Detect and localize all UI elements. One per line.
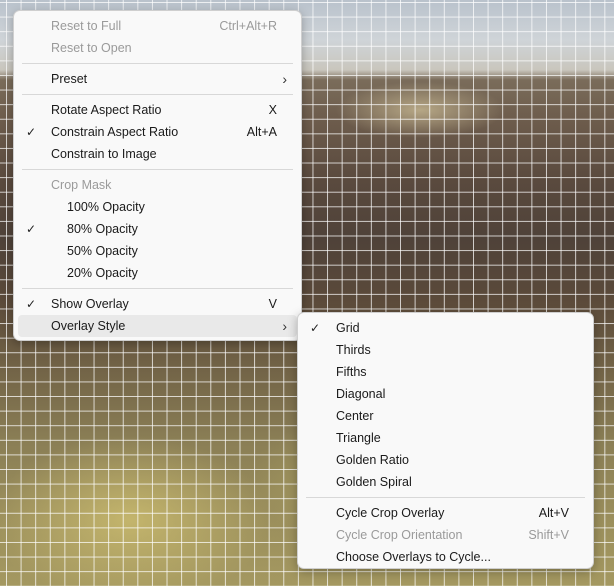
menu-item-reset-to-open: Reset to Open	[18, 37, 297, 59]
menu-item-label: Rotate Aspect Ratio	[51, 103, 162, 117]
menu-item-label: Show Overlay	[51, 297, 129, 311]
menu-item-reset-to-full: Reset to Full Ctrl+Alt+R	[18, 15, 297, 37]
menu-header-crop-mask: Crop Mask	[18, 174, 297, 196]
menu-separator	[22, 169, 293, 170]
menu-item-label: Cycle Crop Overlay	[336, 506, 445, 520]
menu-item-label: Overlay Style	[51, 319, 126, 333]
menu-item-label: 100% Opacity	[67, 200, 145, 214]
chevron-right-icon: ›	[282, 71, 287, 87]
menu-separator	[22, 94, 293, 95]
menu-item-label: Golden Ratio	[336, 453, 409, 467]
crop-context-menu: Reset to Full Ctrl+Alt+R Reset to Open P…	[13, 10, 302, 341]
menu-item-shortcut: Shift+V	[528, 528, 569, 542]
menu-item-label: Cycle Crop Orientation	[336, 528, 463, 542]
menu-separator	[306, 497, 585, 498]
checkmark-icon: ✓	[25, 297, 37, 311]
menu-item-label: Crop Mask	[51, 178, 112, 192]
menu-item-diagonal[interactable]: Diagonal	[302, 383, 589, 405]
menu-item-100-opacity[interactable]: 100% Opacity	[18, 196, 297, 218]
menu-item-shortcut: Ctrl+Alt+R	[219, 19, 277, 33]
menu-item-label: Preset	[51, 72, 88, 86]
menu-item-label: 20% Opacity	[67, 266, 138, 280]
menu-item-golden-ratio[interactable]: Golden Ratio	[302, 449, 589, 471]
menu-separator	[22, 288, 293, 289]
menu-item-golden-spiral[interactable]: Golden Spiral	[302, 471, 589, 493]
menu-item-label: Diagonal	[336, 387, 386, 401]
menu-item-rotate-aspect-ratio[interactable]: Rotate Aspect Ratio X	[18, 99, 297, 121]
menu-item-triangle[interactable]: Triangle	[302, 427, 589, 449]
overlay-style-submenu: ✓ Grid Thirds Fifths Diagonal Center Tri…	[297, 312, 594, 569]
menu-item-label: Choose Overlays to Cycle...	[336, 550, 491, 564]
menu-item-grid[interactable]: ✓ Grid	[302, 317, 589, 339]
menu-item-50-opacity[interactable]: 50% Opacity	[18, 240, 297, 262]
menu-separator	[22, 63, 293, 64]
menu-item-label: Golden Spiral	[336, 475, 412, 489]
menu-item-fifths[interactable]: Fifths	[302, 361, 589, 383]
menu-item-label: Triangle	[336, 431, 381, 445]
menu-item-label: Grid	[336, 321, 360, 335]
menu-item-overlay-style[interactable]: Overlay Style ›	[18, 315, 297, 337]
menu-item-cycle-crop-overlay[interactable]: Cycle Crop Overlay Alt+V	[302, 502, 589, 524]
menu-item-label: 50% Opacity	[67, 244, 138, 258]
menu-item-shortcut: Alt+A	[246, 125, 277, 139]
checkmark-icon: ✓	[25, 222, 37, 236]
menu-item-label: 80% Opacity	[67, 222, 138, 236]
menu-item-center[interactable]: Center	[302, 405, 589, 427]
menu-item-label: Fifths	[336, 365, 367, 379]
menu-item-label: Reset to Open	[51, 41, 132, 55]
menu-item-label: Constrain Aspect Ratio	[51, 125, 179, 139]
menu-item-show-overlay[interactable]: ✓ Show Overlay V	[18, 293, 297, 315]
menu-item-label: Constrain to Image	[51, 147, 157, 161]
menu-item-label: Thirds	[336, 343, 371, 357]
menu-item-cycle-crop-orientation: Cycle Crop Orientation Shift+V	[302, 524, 589, 546]
menu-item-preset[interactable]: Preset ›	[18, 68, 297, 90]
menu-item-label: Center	[336, 409, 374, 423]
menu-item-constrain-aspect-ratio[interactable]: ✓ Constrain Aspect Ratio Alt+A	[18, 121, 297, 143]
menu-item-constrain-to-image[interactable]: Constrain to Image	[18, 143, 297, 165]
menu-item-shortcut: V	[268, 297, 277, 311]
menu-item-shortcut: Alt+V	[538, 506, 569, 520]
menu-item-choose-overlays-to-cycle[interactable]: Choose Overlays to Cycle...	[302, 546, 589, 568]
menu-item-shortcut: X	[268, 103, 277, 117]
menu-item-80-opacity[interactable]: ✓ 80% Opacity	[18, 218, 297, 240]
menu-item-20-opacity[interactable]: 20% Opacity	[18, 262, 297, 284]
checkmark-icon: ✓	[25, 125, 37, 139]
menu-item-label: Reset to Full	[51, 19, 122, 33]
menu-item-thirds[interactable]: Thirds	[302, 339, 589, 361]
checkmark-icon: ✓	[309, 321, 321, 335]
chevron-right-icon: ›	[282, 318, 287, 334]
